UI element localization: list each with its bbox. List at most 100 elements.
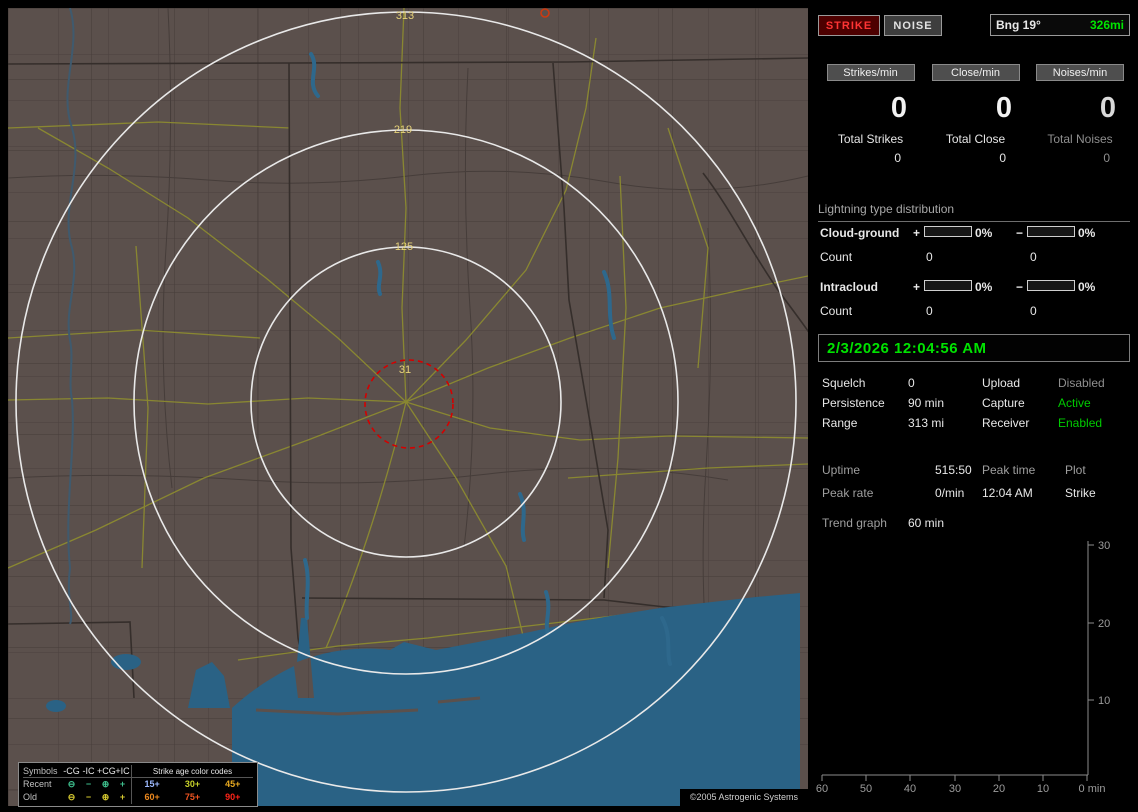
chart-ticks [821, 544, 1094, 781]
total-close-label: Total Close [945, 132, 1006, 146]
intracloud-count-row: Count 0 0 [818, 304, 1130, 320]
peak-time-label: Peak time [982, 463, 1036, 477]
clock-box: 2/3/2026 12:04:56 AM [818, 334, 1130, 362]
legend-old-row: Old ⊖ − ⊕ + 60+ 75+ 90+ [23, 791, 253, 804]
trend-chart: 30 20 10 60 50 40 30 20 10 0 min [816, 535, 1130, 805]
receiver-label: Receiver [982, 416, 1030, 430]
range-label: Range [822, 416, 858, 430]
capture-label: Capture [982, 396, 1025, 410]
uptime-value: 515:50 [935, 463, 972, 477]
squelch-value: 0 [908, 376, 915, 390]
legend-col-pos-cg: +CG [97, 765, 116, 776]
trend-graph-row: Trend graph 60 min [818, 516, 1130, 531]
plot-label: Plot [1065, 463, 1086, 477]
ring-label-313: 313 [396, 10, 414, 22]
ic-plus-bar [924, 280, 972, 291]
age-60: 60+ [144, 792, 160, 802]
strikes-rate-value: 0 [890, 92, 907, 124]
ic-minus-pct: 0% [1078, 280, 1096, 294]
strike-toggle-button[interactable]: STRIKE [818, 15, 880, 36]
upload-value: Disabled [1058, 376, 1105, 390]
age-90: 90+ [225, 792, 241, 802]
neg-ic-recent-icon: − [85, 779, 92, 789]
noises-rate-value: 0 [1099, 92, 1116, 124]
x-tick-60: 60 [816, 783, 828, 795]
cg-minus-count: 0 [1030, 250, 1037, 264]
legend-col-neg-cg: -CG [63, 765, 80, 776]
legend-recent-label: Recent [23, 779, 52, 789]
x-tick-40: 40 [904, 783, 916, 795]
app-window: 313 219 125 31 Symbols -CG -IC +CG +IC S… [0, 0, 1138, 812]
noises-per-min-button[interactable]: Noises/min [1036, 64, 1124, 81]
peak-rate-label: Peak rate [822, 486, 874, 500]
count-label: Count [820, 250, 853, 264]
legend-header-row: Symbols -CG -IC +CG +IC Strike age color… [23, 764, 253, 778]
x-tick-0-min: 0 min [1079, 783, 1106, 795]
y-tick-10: 10 [1098, 695, 1110, 707]
legend-col-pos-ic: +IC [115, 765, 130, 776]
upload-label: Upload [982, 376, 1021, 390]
age-15: 15+ [144, 779, 160, 789]
ic-plus-pct: 0% [975, 280, 993, 294]
intracloud-row: Intracloud + 0% − 0% [818, 280, 1130, 296]
plus-sign: + [913, 226, 921, 240]
pos-cg-recent-icon: ⊕ [101, 779, 110, 789]
legend-age-header: Strike age color codes [131, 764, 253, 778]
plot-value: Strike [1065, 486, 1096, 500]
legend-recent-row: Recent ⊖ − ⊕ + 15+ 30+ 45+ [23, 778, 253, 791]
y-tick-20: 20 [1098, 618, 1110, 630]
cg-plus-count: 0 [926, 250, 933, 264]
sidebar-panel: STRIKE NOISE Bng 19° 326mi Strikes/min C… [816, 0, 1138, 812]
trend-graph-label: Trend graph [822, 516, 887, 530]
receiver-value: Enabled [1058, 416, 1103, 430]
datetime-value: 2/3/2026 12:04:56 AM [827, 339, 987, 357]
pos-ic-old-icon: + [119, 792, 126, 802]
ring-label-31: 31 [399, 364, 411, 376]
rate-stats: Strikes/min Close/min Noises/min 0 0 0 T… [818, 64, 1132, 167]
status-row-range: Range 313 mi Receiver Enabled [818, 416, 1130, 431]
y-tick-30: 30 [1098, 540, 1110, 552]
uptime-label: Uptime [822, 463, 861, 477]
cloud-ground-label: Cloud-ground [820, 226, 900, 240]
ring-label-125: 125 [395, 241, 413, 253]
total-strikes-label: Total Strikes [837, 132, 904, 146]
status-row-persistence: Persistence 90 min Capture Active [818, 396, 1130, 411]
peak-rate-value: 0/min [935, 486, 965, 500]
x-tick-30: 30 [949, 783, 961, 795]
age-75: 75+ [184, 792, 201, 802]
status-row-squelch: Squelch 0 Upload Disabled [818, 376, 1130, 391]
session-row-1: Uptime 515:50 Peak time Plot [818, 463, 1130, 478]
trend-chart-svg: 30 20 10 60 50 40 30 20 10 0 min [816, 540, 1110, 795]
cg-minus-pct: 0% [1078, 226, 1096, 240]
persistence-value: 90 min [908, 396, 945, 410]
count-label: Count [820, 304, 853, 318]
close-per-min-button[interactable]: Close/min [931, 64, 1020, 81]
cg-plus-bar [924, 226, 972, 237]
ring-label-219: 219 [394, 124, 412, 136]
pos-cg-old-icon: ⊕ [101, 792, 110, 802]
legend-col-neg-ic: -IC [82, 765, 95, 776]
range-value: 313 mi [908, 416, 945, 430]
session-row-2: Peak rate 0/min 12:04 AM Strike [818, 486, 1130, 501]
persistence-label: Persistence [822, 396, 885, 410]
legend-symbols-header: Symbols [23, 765, 58, 776]
neg-ic-old-icon: − [85, 792, 92, 802]
strikes-per-min-button[interactable]: Strikes/min [826, 64, 915, 81]
bearing-readout: Bng 19° 326mi [990, 14, 1130, 36]
x-tick-20: 20 [993, 783, 1005, 795]
age-30: 30+ [184, 779, 201, 789]
cloud-ground-count-row: Count 0 0 [818, 250, 1130, 266]
neg-cg-recent-icon: ⊖ [67, 779, 76, 789]
peak-time-value: 12:04 AM [982, 486, 1033, 500]
total-noises-label: Total Noises [1047, 132, 1113, 146]
x-tick-10: 10 [1037, 783, 1049, 795]
total-strikes-value: 0 [894, 151, 901, 165]
noise-toggle-button[interactable]: NOISE [884, 15, 942, 36]
bearing-range-value: 326mi [1089, 18, 1124, 32]
bearing-value: Bng 19° [996, 18, 1041, 32]
minus-sign: − [1016, 280, 1024, 294]
map-view[interactable]: 313 219 125 31 Symbols -CG -IC +CG +IC S… [8, 8, 808, 807]
cg-plus-pct: 0% [975, 226, 993, 240]
copyright-text: ©2005 Astrogenic Systems [679, 789, 808, 806]
squelch-label: Squelch [822, 376, 866, 390]
